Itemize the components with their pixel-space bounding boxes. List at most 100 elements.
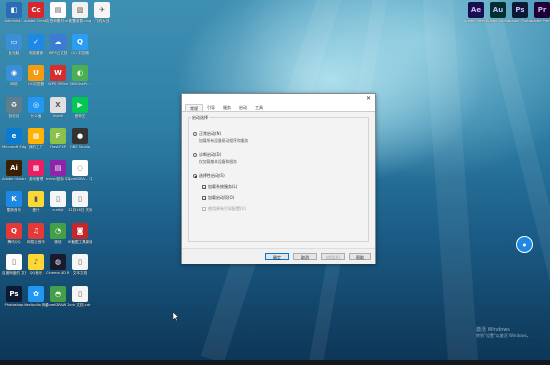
desktop-shortcut[interactable]: ▭ 此电脑 [2,33,26,64]
desktop-shortcut[interactable]: ▶ 爱奇艺 [68,96,92,127]
desktop-shortcut[interactable]: ◔ 微信 [46,222,70,253]
taskbar[interactable] [0,360,550,365]
shortcut-label: 飞机大战 [94,19,110,23]
help-button[interactable]: 帮助 [349,253,371,260]
load-startup-items-checkbox[interactable]: ✓ 加载启动项(O) [202,195,234,201]
shortcut-label: Adobe Illustrat... [2,176,26,181]
shortcut-label: Microsoft Edge [2,145,26,149]
dialog-tabs: 常规 引导 服务 启动 工具 [182,104,375,112]
app-icon: F [50,128,66,144]
dialog-titlebar[interactable]: ✕ [182,94,375,104]
app-icon: ✓ [28,33,44,50]
desktop-shortcut[interactable]: ♪ QQ音乐 [24,254,48,284]
desktop-shortcut[interactable]: PsAdobe Photoshop... [508,2,532,32]
checkmark-icon[interactable]: ✓ [202,185,206,190]
app-icon: ♻ [6,96,22,113]
load-system-services-checkbox[interactable]: ✓ 加载系统服务(L) [202,184,237,190]
radio-button[interactable] [193,153,197,157]
shortcut-label: 文档和素材.xlsx [46,19,70,23]
desktop-shortcut[interactable]: ▤ 文档和素材.xlsx [46,2,70,32]
shortcut-label: Adobe Audition... [486,19,510,23]
desktop-shortcut[interactable]: ☁ WPS云文档 [46,33,70,64]
shortcut-label: CorelDRA... 中键工具 [68,176,92,181]
desktop-shortcut[interactable]: AiAdobe Illustrat... [2,159,26,190]
desktop-shortcut[interactable]: AeAdobe After Effects CC... [464,2,488,32]
desktop-shortcut[interactable]: ◧ Administ... [2,2,26,32]
desktop-shortcut[interactable]: ♻ 回收站 [2,96,26,127]
checkmark-icon[interactable]: ✓ [202,196,206,201]
desktop-shortcut[interactable]: ▯ 百度网盘的 文件 [2,254,26,284]
desktop-shortcut[interactable]: Ps Photoshop [2,285,26,316]
desktop-shortcut[interactable]: ▯ cdr 文档.cdr [68,285,92,316]
tab-tools[interactable]: 工具 [251,104,267,111]
desktop-shortcut[interactable]: K 酷狗音乐 [2,191,26,221]
desktop-shortcut[interactable]: Q QQ 浏览器 [68,33,92,64]
checkmark-icon[interactable]: ✓ [202,207,206,212]
desktop-shortcut[interactable]: ✈ 飞机大战 [90,2,114,32]
desktop-shortcut[interactable]: ● OBS Studio [68,128,92,158]
shortcut-label: 文本文档 [72,271,88,275]
use-original-boot-config-checkbox[interactable]: ✓ 使用原有引导配置(U) [202,206,246,212]
desktop-shortcut[interactable]: ◓CorelDRAW 2017 (64-... [46,285,70,316]
desktop-shortcut[interactable]: X Xshell [46,96,70,127]
desktop-shortcut[interactable]: U UC浏览器 [24,65,48,95]
tab-boot[interactable]: 引导 [203,104,219,111]
shortcut-label: 我的工厂 [28,145,44,149]
shortcut-label: 网络 [10,82,18,86]
desktop-shortcut[interactable]: ◙ IE截图工具新版 [68,222,92,253]
cancel-button[interactable]: 取消 [293,253,317,260]
use-original-boot-config-label: 使用原有引导配置(U) [208,206,247,211]
close-icon[interactable]: ✕ [366,95,371,102]
desktop-shortcut[interactable]: ◎ 什么值 [24,96,48,127]
desktop-shortcut[interactable]: ▯12月16日 天标题.docx [68,191,92,221]
desktop-shortcut[interactable]: ▯ 文本文档 [68,254,92,284]
tab-startup[interactable]: 启动 [235,104,251,111]
shortcut-label: cdr 文档.cdr [69,302,91,307]
desktop-shortcut[interactable]: ▧ 配置参数.png [68,2,92,32]
desktop-shortcut[interactable]: ♫ 网易云音乐 [24,222,48,253]
desktop-shortcut[interactable]: ◐ 360DiskPr... [68,65,92,95]
activate-windows-watermark: 激活 Windows 转到"设置"以激活 Windows。 [476,327,531,339]
radio-button[interactable] [193,132,197,136]
desktop-shortcut[interactable]: ✿ VeeAudio 网盘 [24,285,48,316]
selective-startup-label: 选择性启动(S) [199,173,225,178]
diagnostic-startup-radio[interactable]: 诊断启动(D) [193,152,221,158]
app-icon: ◔ [50,222,66,239]
app-icon: ▭ [6,33,22,50]
desktop-shortcut[interactable]: ◌CorelDRA... 中键工具 [68,159,92,190]
desktop-shortcut[interactable]: Q 腾讯QQ [2,222,26,253]
desktop-shortcut[interactable]: W WPS Office [46,65,70,95]
desktop-shortcut[interactable]: ▩ 游戏管理 [24,159,48,190]
radio-button-selected[interactable] [193,174,197,178]
app-icon: ◐ [72,65,88,81]
normal-startup-label: 正常启动(N) [199,131,222,136]
shortcut-label: 配置参数.png [68,19,92,23]
apply-button[interactable]: 应用(A) [321,253,345,260]
tab-services[interactable]: 服务 [219,104,235,111]
desktop-shortcut[interactable]: ▦ 我的工厂 [24,128,48,158]
dialog-footer: 确定 取消 应用(A) 帮助 [182,248,375,264]
floating-assistant-button[interactable]: ● [516,236,533,253]
tab-general[interactable]: 常规 [185,104,203,111]
desktop-shortcut[interactable]: ▯ curlkjt [46,191,70,221]
shortcut-label: FlashFXP [49,145,67,149]
shortcut-label: UC浏览器 [28,82,44,86]
shortcut-label: 百度网盘的 文件 [2,271,26,275]
desktop-shortcut[interactable]: ◍Cinema 4D R19 [46,254,70,284]
desktop-shortcut[interactable]: ▤micsd鼠标 中键插件.rar [46,159,70,190]
app-icon: ▤ [50,2,66,18]
desktop-shortcut[interactable]: F FlashFXP [46,128,70,158]
desktop-shortcut[interactable]: CcAdobe Creati... [24,2,48,32]
app-icon: Ae [468,2,484,18]
ok-button[interactable]: 确定 [265,253,289,260]
desktop-shortcut[interactable]: ✓ 电脑管家 [24,33,48,64]
desktop-shortcut[interactable]: PrAdobe Premiere... [530,2,550,32]
selective-startup-radio[interactable]: 选择性启动(S) [193,173,225,179]
shortcut-label: CorelDRAW 2017 (64-... [46,302,70,307]
desktop-shortcut[interactable]: ▮ 爱什 [24,191,48,221]
floating-button-icon: ● [522,242,527,247]
desktop-shortcut[interactable]: e Microsoft Edge [2,128,26,158]
normal-startup-radio[interactable]: 正常启动(N) [193,131,221,137]
desktop-shortcut[interactable]: AuAdobe Audition... [486,2,510,32]
desktop-shortcut[interactable]: ◉ 网络 [2,65,26,95]
